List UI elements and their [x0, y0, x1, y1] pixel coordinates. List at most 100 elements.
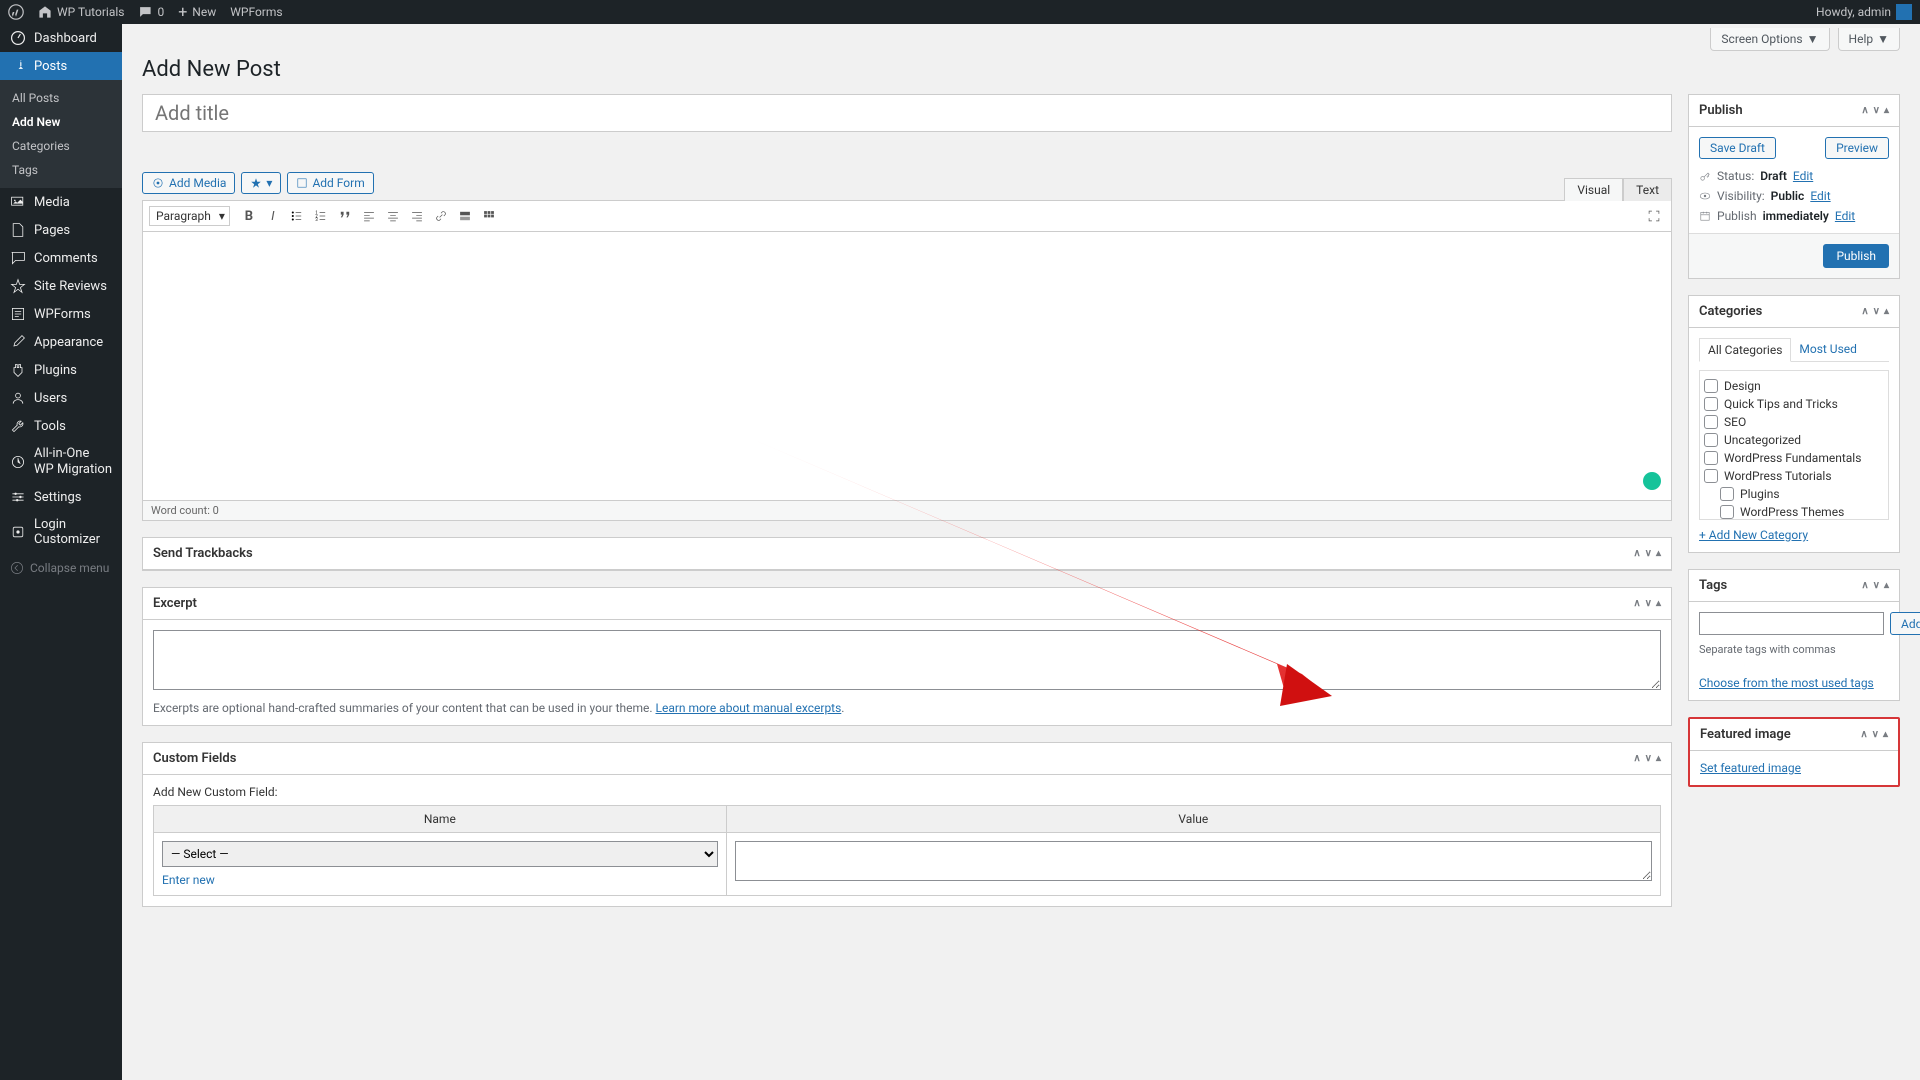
italic-button[interactable]: I — [262, 205, 284, 227]
nav-tags[interactable]: Tags — [0, 158, 122, 182]
checkbox[interactable] — [1704, 433, 1718, 447]
collapse-icon[interactable]: ▴ — [1884, 306, 1889, 317]
editor-body[interactable] — [142, 231, 1672, 501]
wpforms-link[interactable]: WPForms — [230, 5, 282, 19]
cat-sub-item[interactable]: Plugins — [1720, 485, 1884, 503]
down-icon[interactable]: ∨ — [1873, 580, 1880, 591]
checkbox[interactable] — [1720, 505, 1734, 519]
down-icon[interactable]: ∨ — [1873, 105, 1880, 116]
collapse-icon[interactable]: ▴ — [1656, 598, 1661, 609]
excerpt-textarea[interactable] — [153, 630, 1661, 690]
align-left-button[interactable] — [358, 205, 380, 227]
nav-appearance[interactable]: Appearance — [0, 328, 122, 356]
up-icon[interactable]: ∧ — [1633, 548, 1640, 559]
down-icon[interactable]: ∨ — [1872, 729, 1879, 740]
toolbar-toggle-button[interactable] — [478, 205, 500, 227]
align-right-button[interactable] — [406, 205, 428, 227]
howdy[interactable]: Howdy, admin — [1816, 4, 1912, 20]
up-icon[interactable]: ∧ — [1861, 580, 1868, 591]
collapse-icon[interactable]: ▴ — [1656, 548, 1661, 559]
cf-name-select[interactable]: — Select — — [162, 841, 718, 867]
cat-item[interactable]: WordPress Fundamentals — [1704, 449, 1884, 467]
down-icon[interactable]: ∨ — [1873, 306, 1880, 317]
collapse-menu[interactable]: Collapse menu — [0, 553, 122, 583]
edit-schedule-link[interactable]: Edit — [1835, 209, 1855, 223]
cf-enter-new-link[interactable]: Enter new — [162, 873, 718, 887]
save-draft-button[interactable]: Save Draft — [1699, 137, 1776, 159]
edit-visibility-link[interactable]: Edit — [1810, 189, 1830, 203]
add-new-category-link[interactable]: + Add New Category — [1699, 528, 1808, 542]
nav-settings[interactable]: Settings — [0, 483, 122, 511]
fullscreen-button[interactable] — [1643, 205, 1665, 227]
help-button[interactable]: Help ▼ — [1838, 28, 1900, 51]
grammarly-icon[interactable] — [1643, 472, 1661, 490]
cat-item[interactable]: SEO — [1704, 413, 1884, 431]
nav-wpforms[interactable]: WPForms — [0, 300, 122, 328]
publish-button[interactable]: Publish — [1823, 244, 1889, 268]
collapse-icon[interactable]: ▴ — [1884, 105, 1889, 116]
checkbox[interactable] — [1720, 487, 1734, 501]
down-icon[interactable]: ∨ — [1645, 753, 1652, 764]
cat-item[interactable]: WordPress Tutorials — [1704, 467, 1884, 485]
edit-status-link[interactable]: Edit — [1793, 169, 1813, 183]
down-icon[interactable]: ∨ — [1645, 548, 1652, 559]
screen-options-button[interactable]: Screen Options ▼ — [1710, 28, 1829, 51]
number-list-button[interactable]: 123 — [310, 205, 332, 227]
up-icon[interactable]: ∧ — [1633, 598, 1640, 609]
nav-login-customizer[interactable]: Login Customizer — [0, 511, 122, 553]
down-icon[interactable]: ∨ — [1645, 598, 1652, 609]
up-icon[interactable]: ∧ — [1861, 306, 1868, 317]
add-tag-button[interactable]: Add — [1890, 612, 1920, 635]
up-icon[interactable]: ∧ — [1861, 105, 1868, 116]
collapse-icon[interactable]: ▴ — [1656, 753, 1661, 764]
nav-all-posts[interactable]: All Posts — [0, 86, 122, 110]
nav-categories[interactable]: Categories — [0, 134, 122, 158]
nav-tools[interactable]: Tools — [0, 412, 122, 440]
link-button[interactable] — [430, 205, 452, 227]
site-link[interactable]: WP Tutorials — [38, 5, 124, 19]
checkbox[interactable] — [1704, 415, 1718, 429]
up-icon[interactable]: ∧ — [1633, 753, 1640, 764]
quote-button[interactable] — [334, 205, 356, 227]
checkbox[interactable] — [1704, 469, 1718, 483]
align-center-button[interactable] — [382, 205, 404, 227]
choose-tags-link[interactable]: Choose from the most used tags — [1699, 676, 1874, 690]
cat-item[interactable]: Quick Tips and Tricks — [1704, 395, 1884, 413]
format-select[interactable]: Paragraph ▾ — [149, 206, 230, 226]
cat-item[interactable]: Uncategorized — [1704, 431, 1884, 449]
tag-input[interactable] — [1699, 612, 1884, 635]
checkbox[interactable] — [1704, 397, 1718, 411]
comments-link[interactable]: 0 — [138, 5, 164, 19]
star-dropdown-button[interactable]: ▾ — [241, 172, 281, 194]
collapse-icon[interactable]: ▴ — [1883, 729, 1888, 740]
cat-sub-item[interactable]: WordPress Themes — [1720, 503, 1884, 520]
category-list[interactable]: Design Quick Tips and Tricks SEO Uncateg… — [1699, 370, 1889, 520]
visual-tab[interactable]: Visual — [1564, 178, 1623, 201]
cf-value-textarea[interactable] — [735, 841, 1652, 881]
nav-dashboard[interactable]: Dashboard — [0, 24, 122, 52]
bold-button[interactable]: B — [238, 205, 260, 227]
more-button[interactable] — [454, 205, 476, 227]
all-categories-tab[interactable]: All Categories — [1699, 338, 1791, 362]
nav-site-reviews[interactable]: Site Reviews — [0, 272, 122, 300]
nav-aio-migration[interactable]: All-in-One WP Migration — [0, 440, 122, 483]
wp-logo-icon[interactable] — [8, 4, 24, 20]
cat-item[interactable]: Design — [1704, 377, 1884, 395]
excerpt-learn-more-link[interactable]: Learn more about manual excerpts — [656, 701, 842, 715]
add-form-button[interactable]: Add Form — [287, 172, 373, 194]
text-tab[interactable]: Text — [1623, 178, 1672, 201]
nav-add-new-post[interactable]: Add New — [0, 110, 122, 134]
up-icon[interactable]: ∧ — [1860, 729, 1867, 740]
preview-button[interactable]: Preview — [1825, 137, 1889, 159]
collapse-icon[interactable]: ▴ — [1884, 580, 1889, 591]
nav-media[interactable]: Media — [0, 188, 122, 216]
new-link[interactable]: +New — [178, 4, 216, 20]
most-used-tab[interactable]: Most Used — [1791, 338, 1865, 361]
add-media-button[interactable]: Add Media — [142, 172, 235, 194]
nav-users[interactable]: Users — [0, 384, 122, 412]
post-title-input[interactable] — [142, 94, 1672, 132]
checkbox[interactable] — [1704, 379, 1718, 393]
nav-plugins[interactable]: Plugins — [0, 356, 122, 384]
checkbox[interactable] — [1704, 451, 1718, 465]
bullet-list-button[interactable] — [286, 205, 308, 227]
